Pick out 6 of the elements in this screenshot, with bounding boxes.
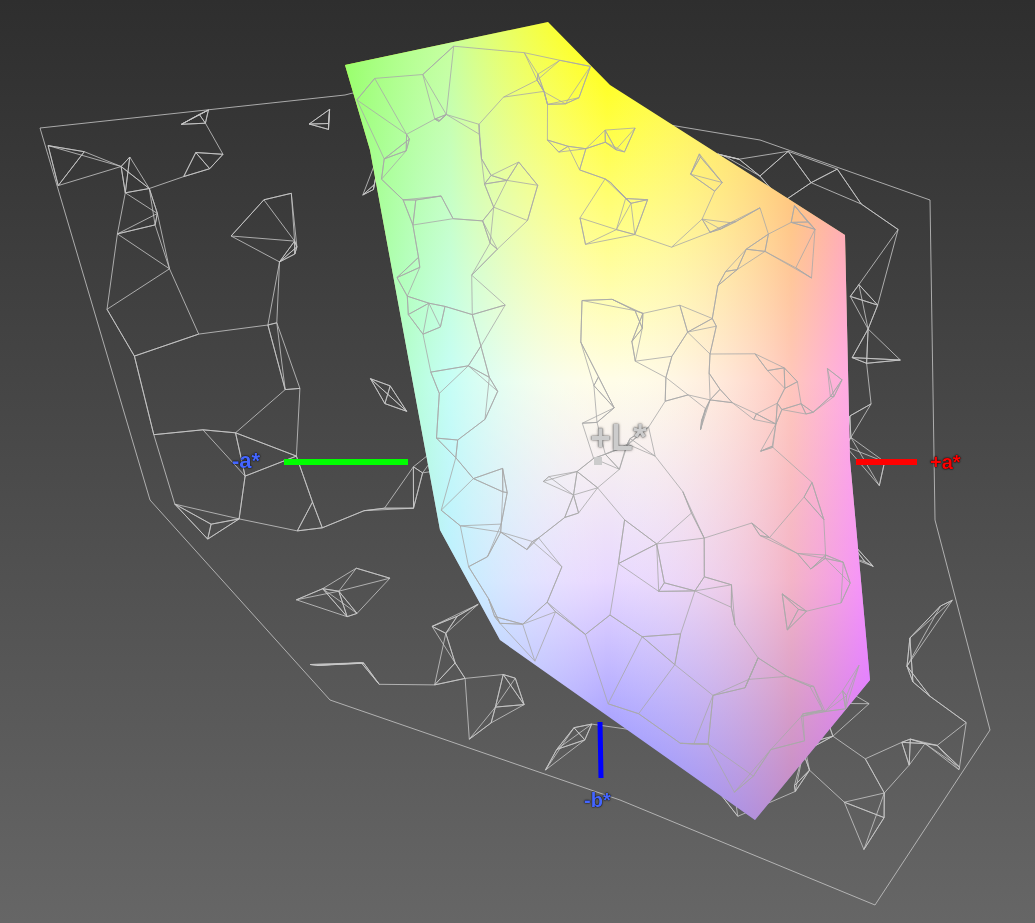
a-axis-line: [856, 459, 917, 465]
axis-label: +a*: [930, 452, 961, 472]
b-axis-line: [597, 721, 604, 779]
axis-label: -b*: [584, 790, 611, 810]
axis-label: -a*: [232, 450, 261, 472]
origin-marker: [594, 457, 602, 465]
